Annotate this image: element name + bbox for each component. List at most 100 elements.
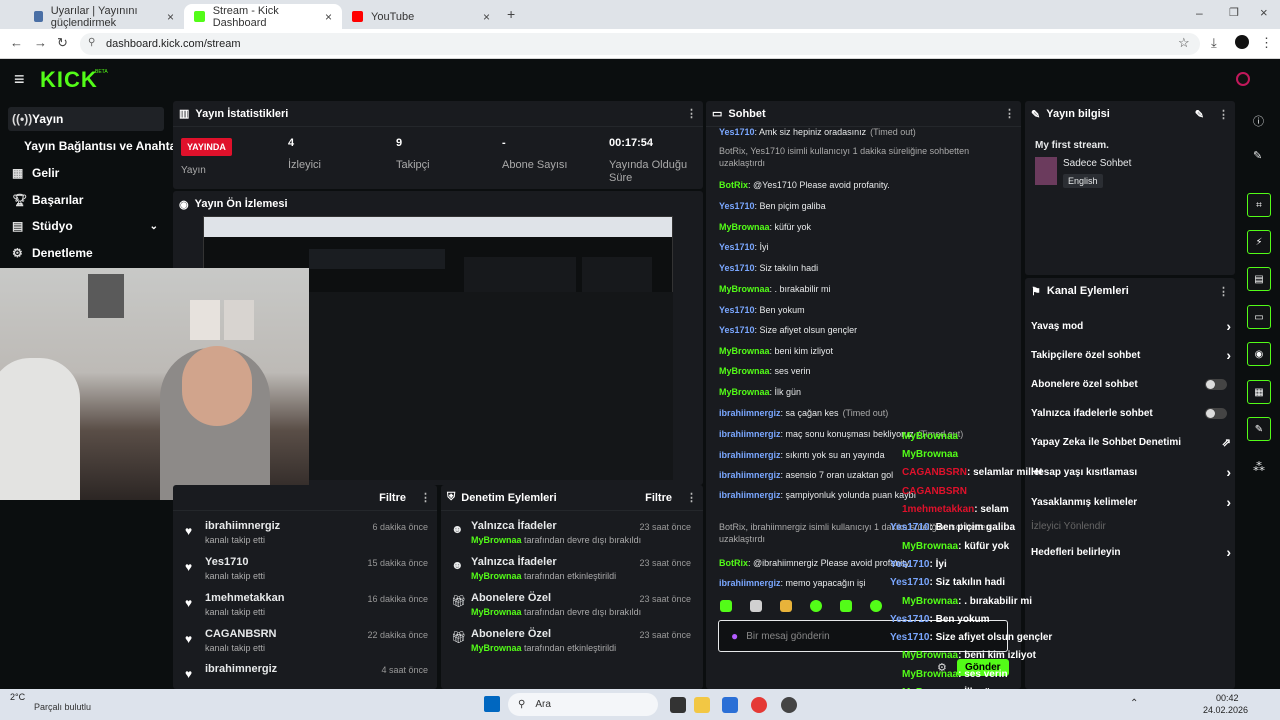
chat-username[interactable]: ibrahiimnergiz (719, 429, 781, 439)
rail-button-broadcast[interactable]: ◉ (1247, 342, 1271, 366)
filter-button[interactable]: Filtre (645, 492, 672, 504)
category-thumbnail[interactable] (1035, 157, 1057, 185)
chat-username[interactable]: BotRix (719, 180, 748, 190)
rail-button-bolt[interactable]: ⚡︎ (1247, 230, 1271, 254)
browser-menu-icon[interactable]: ⋮ (1260, 35, 1273, 51)
chat-username[interactable]: Yes1710 (719, 201, 755, 211)
chrome-icon[interactable] (751, 697, 767, 713)
follower-name[interactable]: ibrahimnergiz (205, 663, 277, 675)
filter-button[interactable]: Filtre (379, 492, 406, 504)
minimize-icon[interactable]: – (1196, 6, 1203, 20)
maximize-icon[interactable]: ❐ (1229, 6, 1239, 19)
chat-username[interactable]: MyBrownaa (719, 284, 770, 294)
close-tab-icon[interactable]: × (483, 10, 490, 24)
chat-username[interactable]: Yes1710 (719, 127, 755, 137)
action-goals[interactable]: Hedefleri belirleyin › (1031, 542, 1231, 562)
rail-button-chat[interactable]: ▭ (1247, 305, 1271, 329)
browser-tab-youtube[interactable]: YouTube × (342, 4, 500, 29)
clock-date[interactable]: 24.02.2026 (1203, 705, 1248, 715)
sidebar-item-stream-key[interactable]: Yayın Bağlantısı ve Anahtarı (8, 134, 184, 158)
back-icon[interactable]: ← (10, 35, 23, 50)
hamburger-menu-icon[interactable]: ≡ (14, 69, 25, 90)
user-avatar[interactable] (1236, 72, 1250, 86)
chat-username[interactable]: ibrahiimnergiz (719, 408, 781, 418)
more-options-icon[interactable]: ⋮ (1218, 285, 1229, 298)
rail-button-clip[interactable]: ⌗ (1247, 193, 1271, 217)
window-close-icon[interactable]: × (1260, 5, 1268, 20)
taskbar-search[interactable]: ⚲ Ara (508, 693, 658, 716)
file-explorer-icon[interactable] (694, 697, 710, 713)
emote-icon[interactable] (810, 600, 822, 612)
action-followers-only[interactable]: Takipçilere özel sohbet › (1031, 345, 1231, 365)
profile-avatar[interactable] (1235, 35, 1249, 49)
emote-icon[interactable] (750, 600, 762, 612)
taskbar-app-icon[interactable] (781, 697, 797, 713)
emote-icon[interactable] (720, 600, 732, 612)
tray-chevron-icon[interactable]: ⌃ (1130, 698, 1138, 709)
mod-user[interactable]: MyBrownaa (471, 607, 522, 617)
mod-user[interactable]: MyBrownaa (471, 643, 522, 653)
close-tab-icon[interactable]: × (167, 10, 174, 24)
chat-username[interactable]: BotRix (719, 558, 748, 568)
windows-start-icon[interactable] (484, 696, 500, 712)
address-bar[interactable]: ⚲ dashboard.kick.com/stream (80, 33, 1200, 55)
action-slow-mode[interactable]: Yavaş mod › (1031, 316, 1231, 336)
close-tab-icon[interactable]: × (325, 10, 332, 24)
chat-username[interactable]: MyBrownaa (719, 222, 770, 232)
chat-username[interactable]: Yes1710 (719, 263, 755, 273)
emote-icon[interactable] (780, 600, 792, 612)
sidebar-item-gelir[interactable]: ▦ Gelir (8, 161, 164, 185)
site-info-icon[interactable]: ⚲ (88, 37, 95, 48)
more-options-icon[interactable]: ⋮ (686, 107, 697, 120)
chat-username[interactable]: MyBrownaa (719, 387, 770, 397)
browser-tab-alerts[interactable]: Uyarılar | Yayınını güçlendirmek × (24, 4, 184, 29)
sidebar-item-denetleme[interactable]: ⚙ Denetleme (8, 241, 164, 265)
chat-username[interactable]: Yes1710 (719, 242, 755, 252)
more-options-icon[interactable]: ⋮ (420, 491, 431, 504)
kick-logo[interactable]: KICK (40, 67, 98, 93)
chat-username[interactable]: MyBrownaa (719, 366, 770, 376)
mod-user[interactable]: MyBrownaa (471, 535, 522, 545)
follower-name[interactable]: 1mehmetakkan (205, 592, 285, 604)
edit-layout-icon[interactable]: ✎ (1253, 149, 1262, 162)
action-ai-moderation[interactable]: Yapay Zeka ile Sohbet Denetimi ⇗ (1031, 432, 1231, 452)
emote-icon[interactable] (870, 600, 882, 612)
action-account-age[interactable]: Hesap yaşı kısıtlaması › (1031, 462, 1231, 482)
sidebar-item-yayin[interactable]: ((•)) Yayın (8, 107, 164, 131)
forward-icon[interactable]: → (34, 35, 47, 50)
bookmark-star-icon[interactable]: ☆ (1178, 35, 1190, 51)
chat-username[interactable]: ibrahiimnergiz (719, 490, 781, 500)
more-options-icon[interactable]: ⋮ (686, 491, 697, 504)
more-options-icon[interactable]: ⋮ (1004, 107, 1015, 120)
sidebar-item-basarilar[interactable]: 🏆︎ Başarılar (8, 188, 164, 212)
follower-name[interactable]: Yes1710 (205, 556, 248, 568)
taskbar-app-icon[interactable] (670, 697, 686, 713)
subs-only-toggle[interactable] (1205, 378, 1227, 390)
rail-button-layout[interactable]: ▦ (1247, 380, 1271, 404)
emote-only-toggle[interactable] (1205, 407, 1227, 419)
new-tab-icon[interactable]: + (507, 6, 515, 22)
rail-button-list[interactable]: ▤ (1247, 267, 1271, 291)
edit-icon[interactable]: ✎ (1195, 108, 1204, 121)
download-icon[interactable]: ⤓ (1211, 35, 1217, 51)
browser-tab-dashboard[interactable]: Stream - Kick Dashboard × (184, 4, 342, 29)
chat-username[interactable]: ibrahiimnergiz (719, 450, 781, 460)
clock-time[interactable]: 00:42 (1216, 693, 1239, 703)
more-options-icon[interactable]: ⋮ (1218, 108, 1229, 121)
taskbar-app-icon[interactable] (722, 697, 738, 713)
mod-user[interactable]: MyBrownaa (471, 571, 522, 581)
action-banned-words[interactable]: Yasaklanmış kelimeler › (1031, 492, 1231, 512)
weather-temp[interactable]: 2°C (10, 692, 25, 702)
chat-username[interactable]: MyBrownaa (719, 346, 770, 356)
follower-name[interactable]: ibrahiimnergiz (205, 520, 280, 532)
rail-button-tools[interactable]: ✎ (1247, 417, 1271, 441)
chat-username[interactable]: Yes1710 (719, 305, 755, 315)
reload-icon[interactable]: ↻ (57, 35, 68, 51)
sidebar-item-studyo[interactable]: ▤ Stüdyo ⌄ (8, 214, 164, 238)
chat-username[interactable]: Yes1710 (719, 325, 755, 335)
chat-username[interactable]: ibrahiimnergiz (719, 470, 781, 480)
shortcuts-icon[interactable]: ⁂ (1253, 460, 1265, 474)
follower-name[interactable]: CAGANBSRN (205, 628, 277, 640)
weather-desc[interactable]: Parçalı bulutlu (34, 702, 91, 712)
chat-username[interactable]: ibrahiimnergiz (719, 578, 781, 588)
